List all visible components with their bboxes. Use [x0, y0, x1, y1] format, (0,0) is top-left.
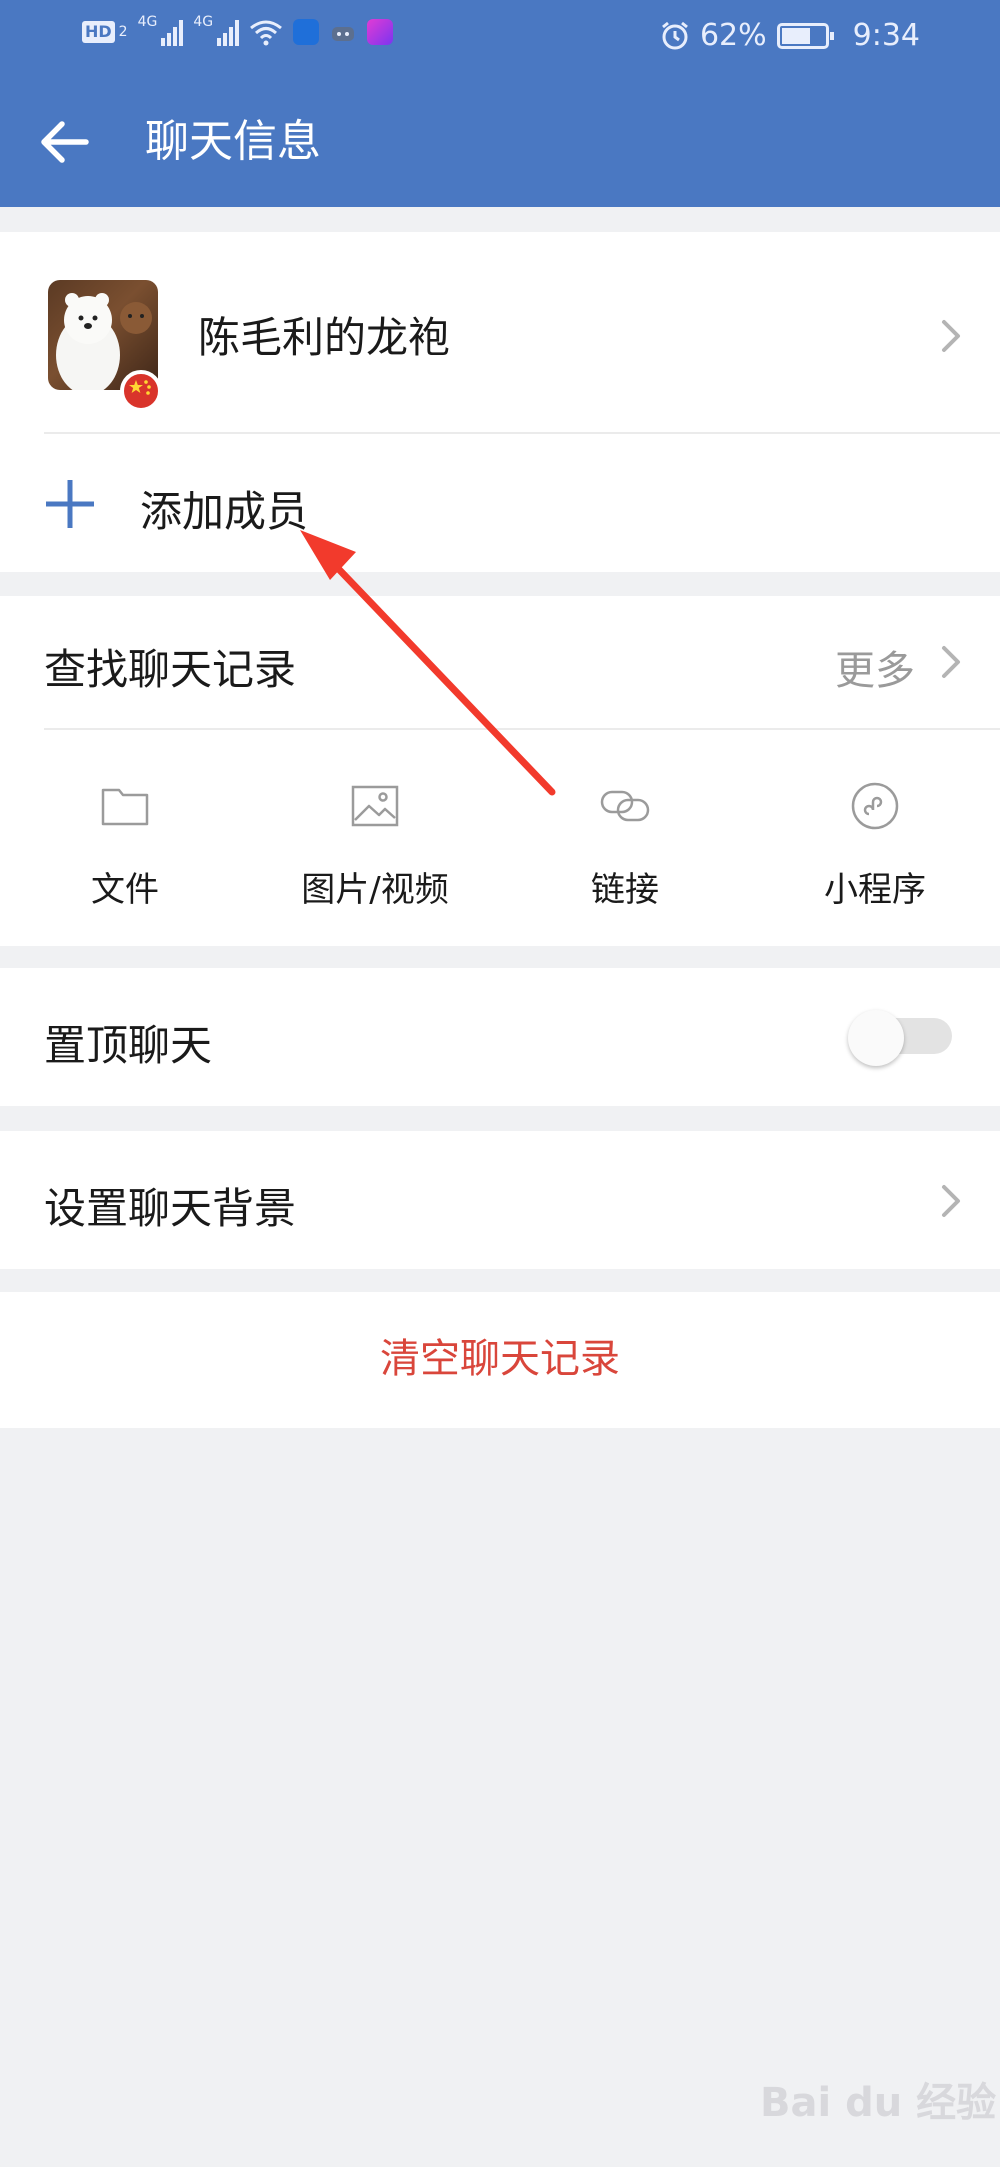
add-member-label: 添加成员 — [140, 487, 309, 536]
mini-program-icon — [851, 782, 899, 830]
battery-icon — [776, 22, 834, 49]
toggle-knob — [848, 1010, 904, 1066]
more-link[interactable]: 更多 — [835, 638, 915, 696]
video-app-icon — [367, 19, 394, 45]
page-title: 聊天信息 — [145, 116, 321, 167]
shield-app-icon — [293, 19, 320, 45]
signal-icon — [161, 18, 184, 46]
media-label: 链接 — [591, 870, 659, 910]
game-app-icon — [332, 27, 355, 41]
wifi-icon — [250, 20, 283, 46]
status-bar: HD 2 4G 4G 62% 9:34 — [0, 0, 1000, 76]
chat-background-label: 设置聊天背景 — [44, 1184, 297, 1233]
hd-sub-label: 2 — [118, 24, 128, 40]
chevron-right-icon — [942, 320, 960, 352]
plus-icon — [46, 480, 94, 528]
back-arrow-icon — [41, 121, 89, 163]
contact-row[interactable]: 陈毛利的龙袍 — [0, 232, 1000, 432]
status-left-icons: HD 2 4G 4G — [82, 14, 394, 46]
signal-icon-2 — [217, 18, 240, 46]
pin-chat-label: 置顶聊天 — [44, 1021, 213, 1070]
media-label: 图片/视频 — [301, 870, 449, 910]
alarm-icon — [662, 21, 688, 49]
clear-history-button[interactable]: 清空聊天记录 — [0, 1290, 1000, 1428]
chevron-right-icon — [942, 1185, 960, 1217]
folder-icon — [101, 788, 149, 826]
media-file-button[interactable]: 文件 — [0, 780, 250, 911]
clock: 9:34 — [852, 18, 920, 53]
chat-background-row[interactable]: 设置聊天背景 — [0, 1131, 1000, 1269]
chevron-right-icon — [942, 646, 960, 678]
baidu-watermark: Bai du 经验 — [760, 2080, 997, 2126]
search-history-label: 查找聊天记录 — [44, 645, 297, 694]
pin-chat-toggle[interactable] — [848, 1010, 952, 1066]
members-card: 陈毛利的龙袍 添加成员 — [0, 232, 1000, 572]
hd-icon: HD — [82, 21, 115, 43]
media-label: 文件 — [91, 870, 159, 910]
status-right-icons: 62% 9:34 — [660, 18, 920, 53]
flag-badge-icon — [120, 370, 162, 412]
network-type-1: 4G — [137, 14, 158, 30]
search-history-row[interactable]: 查找聊天记录 更多 — [0, 596, 1000, 728]
contact-name: 陈毛利的龙袍 — [198, 313, 451, 362]
chat-info-screen: HD 2 4G 4G 62% 9:34 聊天信息 陈毛利的龙袍 添加成员 查找聊… — [0, 0, 1000, 2167]
network-type-2: 4G — [193, 14, 214, 30]
media-link-button[interactable]: 链接 — [500, 780, 750, 911]
add-member-button[interactable]: 添加成员 — [0, 434, 1000, 572]
media-label: 小程序 — [824, 870, 926, 910]
divider — [44, 728, 1000, 730]
back-button[interactable] — [38, 112, 98, 172]
battery-percent: 62% — [699, 18, 767, 53]
media-mini-program-button[interactable]: 小程序 — [750, 780, 1000, 911]
link-icon — [600, 790, 650, 822]
media-image-video-button[interactable]: 图片/视频 — [250, 780, 500, 911]
image-icon — [351, 785, 399, 827]
app-header: HD 2 4G 4G 62% 9:34 聊天信息 — [0, 0, 1000, 207]
